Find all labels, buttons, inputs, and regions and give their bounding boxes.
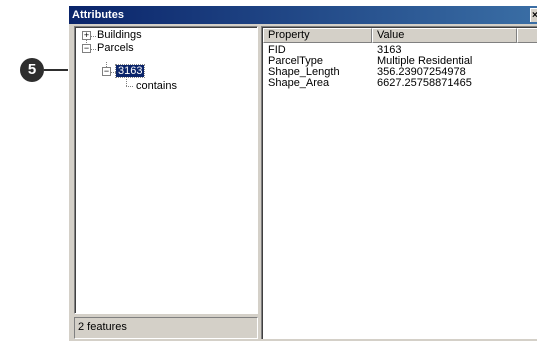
column-header-value[interactable]: Value [372,28,517,43]
tree-node-buildings[interactable]: Buildings [97,29,142,42]
tree-node-3163[interactable]: 3163 [114,64,146,78]
callout-step-number: 5 [20,58,44,82]
close-button[interactable]: × [530,8,537,22]
tree-connector [126,86,133,87]
property-value: 6627.25758871465 [377,77,472,89]
feature-tree[interactable]: + Buildings − Parcels − 3163 contains [74,26,258,314]
property-name: Shape_Area [268,77,330,89]
window-title: Attributes [72,9,124,21]
expand-icon[interactable]: + [82,31,91,40]
attribute-table[interactable]: Property Value FID 3163 ParcelType Multi… [261,26,537,339]
title-bar[interactable]: Attributes × [69,6,537,24]
tree-node-contains[interactable]: contains [136,80,177,93]
feature-count: 2 features [78,321,127,333]
tree-node-label: contains [136,80,177,92]
tree-node-label: Buildings [97,29,142,41]
column-header-extra [517,28,537,43]
collapse-icon[interactable]: − [82,44,91,53]
close-icon: × [532,10,537,21]
collapse-icon[interactable]: − [102,67,111,76]
status-bar: 2 features [74,317,258,339]
tree-node-parcels[interactable]: Parcels [97,42,134,55]
tree-connector [91,36,96,37]
attributes-window: Attributes × + Buildings − Parcels − 316… [68,5,537,341]
tree-connector [91,49,96,50]
tree-node-label: Parcels [97,42,134,54]
tree-node-label: 3163 [114,64,146,78]
table-header: Property Value [263,28,537,43]
column-header-property[interactable]: Property [263,28,372,43]
